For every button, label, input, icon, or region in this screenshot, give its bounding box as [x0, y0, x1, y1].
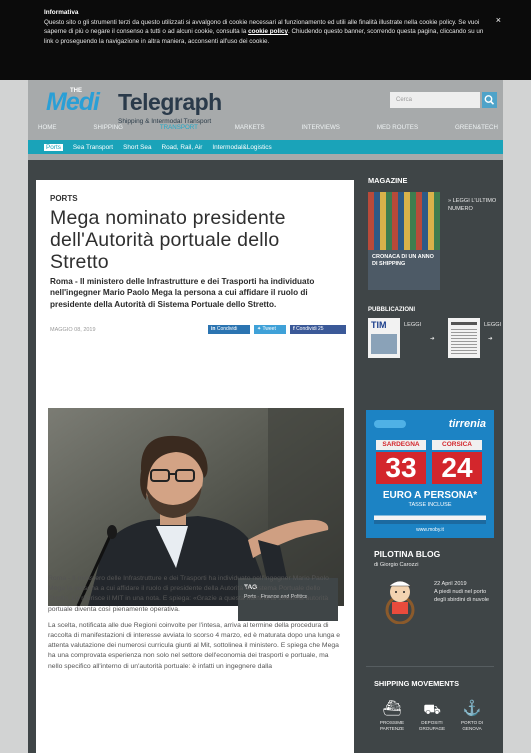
publication-1-read-link[interactable]: LEGGI ➜ [404, 322, 435, 343]
ad-ships [374, 510, 486, 524]
logo-the: THE [70, 88, 82, 94]
shipping-item-partenze-label: PROSSIME PARTENZE [379, 720, 405, 731]
publication-1-cover[interactable]: TIM [368, 318, 400, 358]
site-logo[interactable]: Medi THE Telegraph Shipping & Intermodal… [46, 88, 246, 125]
ad-logo-left [374, 420, 406, 428]
share-facebook-button[interactable]: f Condividi 25 [290, 324, 346, 334]
magazine-read-link[interactable]: » LEGGI L'ULTIMO NUMERO [448, 198, 498, 213]
subnav-intermodal[interactable]: Intermodal&Logistics [212, 144, 271, 151]
ad-url: www.moby.it [416, 527, 444, 533]
nav-shipping[interactable]: SHIPPING [93, 124, 123, 136]
site-header: Medi THE Telegraph Shipping & Intermodal… [28, 80, 503, 160]
publication-2-cover[interactable] [448, 318, 480, 358]
logo-telegraph: Telegraph [118, 89, 222, 115]
magazine-cover-image [368, 192, 440, 250]
pilotina-title[interactable]: PILOTINA BLOG [374, 549, 440, 559]
cookie-policy-link[interactable]: cookie policy [248, 28, 288, 35]
ad-destination-1: SARDEGNA [376, 440, 426, 450]
ad-tagline: EURO A PERSONA* [382, 490, 478, 501]
publication-1-read-label: LEGGI [404, 322, 422, 328]
ship-icon: ⛴ [382, 700, 402, 717]
arrow-right-icon: ➜ [488, 335, 493, 342]
article-lead: Roma - Il ministero delle Infrastrutture… [50, 277, 315, 309]
pubblicazioni-title: PUBBLICAZIONI [368, 307, 415, 313]
cookie-title: Informativa [44, 9, 79, 16]
publication-2-read-label: LEGGI [484, 322, 502, 328]
article-paragraph-1: Roma - Il ministero delle Infrastrutture… [48, 574, 344, 615]
subnav-sea-transport[interactable]: Sea Transport [73, 144, 113, 151]
subnav-short-sea[interactable]: Short Sea [123, 144, 151, 151]
magazine-title: MAGAZINE [368, 176, 408, 185]
article-body: Roma - Il ministero delle Infrastrutture… [48, 574, 344, 672]
publication-1-masthead: TIM [371, 320, 387, 330]
sub-nav: Ports Sea Transport Short Sea Road, Rail… [28, 140, 503, 154]
magazine-cover-text: CRONACA DI UN ANNO DI SHIPPING [372, 254, 434, 267]
nav-markets[interactable]: MARKETS [235, 124, 265, 136]
search-icon [484, 95, 495, 105]
share-facebook-label: Condividi 25 [296, 325, 324, 332]
ad-price-2: 24 [432, 452, 482, 484]
ad-subtag: TASSE INCLUSE [408, 502, 452, 508]
magazine-cover[interactable]: CRONACA DI UN ANNO DI SHIPPING [368, 192, 440, 290]
share-linkedin-button[interactable]: in Condividi [208, 324, 250, 334]
shipping-item-groupage[interactable]: ⛟ DEPOSITI GROUPAGE [414, 701, 450, 732]
pilotina-post-title[interactable]: A piedi nudi nel porto degli sbirdini di… [434, 589, 496, 604]
share-linkedin-label: Condividi [216, 325, 238, 332]
sailor-cartoon-icon [385, 580, 415, 625]
cookie-close-button[interactable]: × [496, 15, 501, 25]
share-twitter-button[interactable]: ✦ Tweet [254, 324, 286, 334]
pilotina-author: di Giorgio Carozzi [374, 562, 419, 568]
nav-transport[interactable]: TRANSPORT [160, 124, 198, 136]
article-kicker[interactable]: PORTS [50, 194, 340, 203]
cookie-text: Questo sito o gli strumenti terzi da que… [44, 18, 487, 46]
article-paragraph-1-text: Roma - Il ministero delle Infrastrutture… [48, 575, 329, 613]
shipping-movements: SHIPPING MOVEMENTS ⛴ PROSSIME PARTENZE ⛟… [366, 666, 494, 753]
pilotina-date: 22 April 2019 [434, 581, 467, 587]
main-nav: HOME SHIPPING TRANSPORT MARKETS INTERVIE… [38, 124, 498, 136]
publication-2-read-link[interactable]: LEGGI ➜ [484, 322, 501, 343]
pilotina-cartoon[interactable] [374, 574, 426, 625]
shipping-item-genova[interactable]: ⚓ PORTO DI GENOVA [454, 701, 490, 732]
anchor-icon: ⚓ [462, 700, 482, 717]
ad-brand: tirrenia [448, 418, 486, 430]
article-meta: MAGGIO 08, 2019 in Condividi ✦ Tweet f C… [50, 320, 346, 344]
arrow-right-icon: ➜ [430, 335, 435, 342]
search-box: Cerca [390, 92, 497, 108]
search-input[interactable]: Cerca [390, 92, 480, 108]
nav-interviews[interactable]: INTERVIEWS [302, 124, 340, 136]
ad-destination-2: CORSICA [432, 440, 482, 450]
shipping-item-partenze[interactable]: ⛴ PROSSIME PARTENZE [374, 701, 410, 732]
subnav-road-rail-air[interactable]: Road, Rail, Air [162, 144, 203, 151]
shipping-item-genova-label: PORTO DI GENOVA [460, 720, 484, 731]
shipping-title: SHIPPING MOVEMENTS [374, 679, 460, 688]
article-paragraph-2: La scelta, notificata alle due Regioni c… [48, 621, 341, 670]
article: PORTS Mega nominato presidente dell'Auto… [36, 180, 354, 753]
tirrenia-ad[interactable]: tirrenia SARDEGNA CORSICA 33 24 EURO A P… [366, 410, 494, 538]
article-date: MAGGIO 08, 2019 [50, 326, 96, 333]
nav-green-tech[interactable]: GREEN&TECH [455, 124, 498, 136]
share-twitter-label: Tweet [262, 325, 276, 332]
search-button[interactable] [482, 92, 497, 108]
cargo-icon: ⛟ [423, 701, 441, 717]
article-title: Mega nominato presidente dell'Autorità p… [50, 207, 286, 273]
subnav-ports[interactable]: Ports [44, 143, 63, 151]
nav-home[interactable]: HOME [38, 124, 57, 136]
ad-price-1: 33 [376, 452, 426, 484]
shipping-item-groupage-label: DEPOSITI GROUPAGE [418, 720, 446, 731]
nav-med-routes[interactable]: MED ROUTES [377, 124, 418, 136]
cookie-banner: Informativa Questo sito o gli strumenti … [0, 0, 531, 80]
